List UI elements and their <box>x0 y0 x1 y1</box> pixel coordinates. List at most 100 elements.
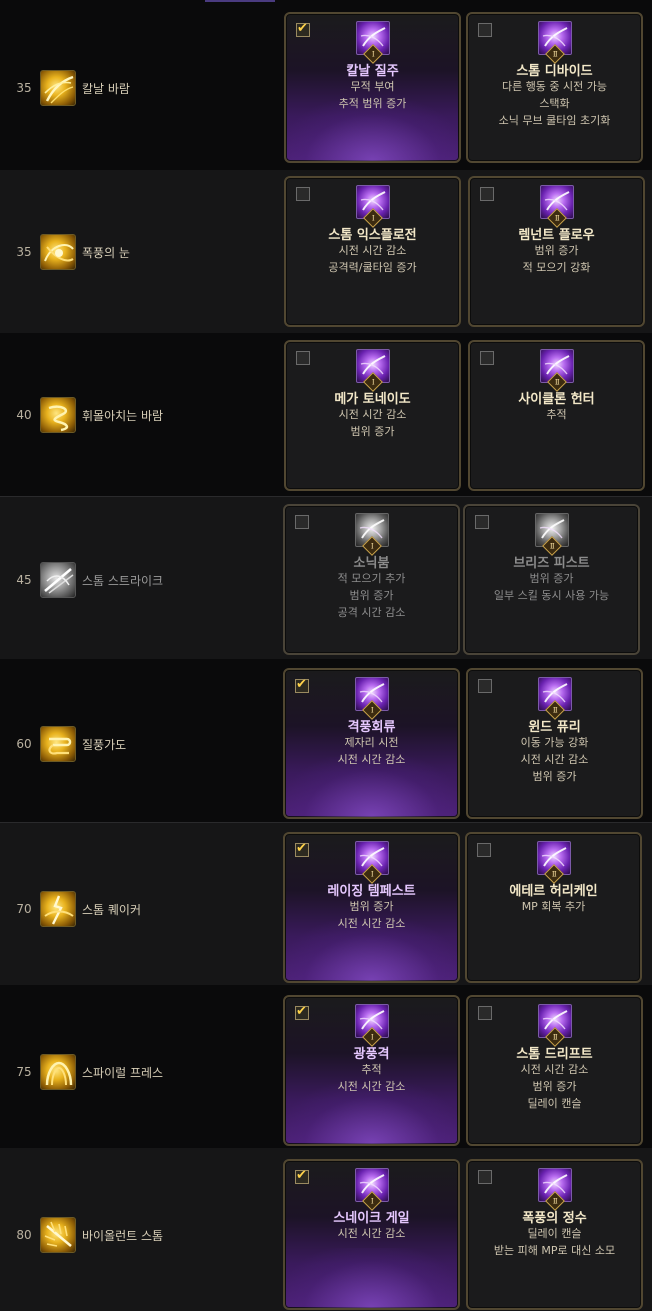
unchecked-checkbox[interactable] <box>295 515 309 529</box>
tripod-option-title: 소닉붐 <box>353 556 390 571</box>
tripod-rune-icon: Ⅰ <box>356 21 390 64</box>
tripod-effect-line: 받는 피해 MP로 대신 소모 <box>493 1244 616 1257</box>
tripod-option-effects: 이동 가능 강화 시전 시간 감소 범위 증가 <box>468 734 641 785</box>
tripod-option-card-1[interactable]: Ⅰ 스네이크 게일시전 시간 감소 <box>283 1159 460 1310</box>
tripod-effect-line: 추적 <box>361 1063 382 1076</box>
tripod-effect-line: 소닉 무브 쿨타임 초기화 <box>498 114 611 127</box>
skill-name: 스파이럴 프레스 <box>82 1066 164 1080</box>
tripod-option-card-2[interactable]: Ⅱ 렘넌트 플로우 범위 증가적 모으기 강화 <box>468 176 645 327</box>
tripod-option-title: 윈드 퓨리 <box>528 720 581 735</box>
tripod-tier-label: Ⅱ <box>552 705 558 714</box>
unchecked-checkbox[interactable] <box>477 843 491 857</box>
skill-name: 휘몰아치는 바람 <box>82 409 164 423</box>
skill-level: 70 <box>16 902 32 916</box>
skill-name: 폭풍의 눈 <box>82 246 130 260</box>
tripod-tier-label: Ⅱ <box>554 377 560 386</box>
tripod-option-effects: 제자리 시전 시전 시간 감소 <box>285 734 458 768</box>
tripod-effect-line: MP 회복 추가 <box>521 900 586 913</box>
tripod-option-card-1[interactable]: Ⅰ 격풍회류제자리 시전시전 시간 감소 <box>283 668 460 819</box>
tripod-option-title: 격풍회류 <box>347 720 396 735</box>
tripod-option-effects: 범위 증가적 모으기 강화 <box>470 242 643 276</box>
tripod-option-title: 광풍격 <box>353 1047 390 1062</box>
tripod-rune-icon: Ⅱ <box>540 185 574 228</box>
tripod-option-title: 칼날 질주 <box>346 64 399 79</box>
tripod-effect-line: 시전 시간 감소 <box>520 1063 589 1076</box>
tripod-option-effects: MP 회복 추가 <box>467 898 640 915</box>
blade-wind-icon <box>40 70 76 106</box>
checked-checkbox[interactable] <box>296 21 310 37</box>
tripod-option-card-2[interactable]: Ⅱ 스톰 디바이드 다른 행동 중 시전 가능 스택화 소닉 무브 쿨타임 초기화 <box>466 12 643 163</box>
tripod-option-card-1[interactable]: Ⅰ 메가 토네이도 시전 시간 감소 범위 증가 <box>284 340 461 491</box>
tripod-effect-line: 딜레이 캔슬 <box>527 1227 582 1240</box>
tripod-option-card-2[interactable]: Ⅱ 에테르 허리케인 MP 회복 추가 <box>465 832 642 983</box>
tripod-effect-line: 범위 증가 <box>532 1080 577 1093</box>
unchecked-checkbox[interactable] <box>480 351 494 365</box>
tripod-rune-icon: Ⅱ <box>540 349 574 392</box>
tripod-rune-icon: Ⅰ <box>355 513 389 556</box>
checked-checkbox[interactable] <box>295 841 309 857</box>
tripod-effect-line: 범위 증가 <box>349 900 394 913</box>
tripod-option-card-2[interactable]: Ⅱ 사이클론 헌터 추적 <box>468 340 645 491</box>
unchecked-checkbox[interactable] <box>478 23 492 37</box>
tripod-rune-icon: Ⅰ <box>355 841 389 884</box>
tripod-rune-icon: Ⅰ <box>356 349 390 392</box>
tripod-effect-line: 제자리 시전 <box>344 736 399 749</box>
tripod-option-effects: 시전 시간 감소 <box>285 1225 458 1242</box>
tripod-option-card-1[interactable]: Ⅰ 레이징 템페스트범위 증가시전 시간 감소 <box>283 832 460 983</box>
tripod-option-card-2[interactable]: Ⅱ 윈드 퓨리 이동 가능 강화 시전 시간 감소 범위 증가 <box>466 668 643 819</box>
tripod-option-card-1[interactable]: Ⅰ 칼날 질주무적 부여추적 범위 증가 <box>284 12 461 163</box>
tripod-rune-icon: Ⅰ <box>356 185 390 228</box>
storm-strike-icon <box>40 562 76 598</box>
tripod-tier-label: Ⅰ <box>371 49 375 58</box>
tripod-effect-line: 공격 시간 감소 <box>337 606 406 619</box>
tripod-effect-line: 이동 가능 강화 <box>520 736 589 749</box>
skill-level: 40 <box>16 408 32 422</box>
tripod-option-card-1[interactable]: Ⅰ 스톰 익스플로전 시전 시간 감소 공격력/쿨타임 증가 <box>284 176 461 327</box>
tripod-effect-line: 적 모으기 강화 <box>522 261 591 274</box>
tripod-option-effects: 무적 부여 추적 범위 증가 <box>286 78 459 112</box>
tripod-option-card-1[interactable]: Ⅰ 광풍격추적시전 시간 감소 <box>283 995 460 1146</box>
unchecked-checkbox[interactable] <box>478 1006 492 1020</box>
unchecked-checkbox[interactable] <box>296 187 310 201</box>
tripod-option-effects: 적 모으기 추가 범위 증가 공격 시간 감소 <box>285 570 458 621</box>
tripod-tier-label: Ⅰ <box>370 1032 374 1041</box>
left-border <box>0 496 652 497</box>
tripod-effect-line: 딜레이 캔슬 <box>527 1097 582 1110</box>
tripod-effect-line: 범위 증가 <box>534 244 579 257</box>
tripod-option-card-2[interactable]: Ⅱ 스톰 드리프트 시전 시간 감소 범위 증가 딜레이 캔슬 <box>466 995 643 1146</box>
tripod-option-title: 레이징 템페스트 <box>327 884 416 899</box>
tripod-rune-icon: Ⅱ <box>538 1168 572 1211</box>
skill-level: 35 <box>16 245 32 259</box>
unchecked-checkbox[interactable] <box>478 679 492 693</box>
tripod-effect-line: 시전 시간 감소 <box>338 244 407 257</box>
skill-level: 35 <box>16 81 32 95</box>
unchecked-checkbox[interactable] <box>296 351 310 365</box>
checked-checkbox[interactable] <box>295 1004 309 1020</box>
tripod-option-card-1[interactable]: Ⅰ 소닉붐 적 모으기 추가 범위 증가 공격 시간 감소 <box>283 504 460 655</box>
skill-level: 75 <box>16 1065 32 1079</box>
skill-name: 바이올런트 스톰 <box>82 1229 164 1243</box>
unchecked-checkbox[interactable] <box>478 1170 492 1184</box>
unchecked-checkbox[interactable] <box>475 515 489 529</box>
tripod-rune-icon: Ⅱ <box>535 513 569 556</box>
tripod-effect-line: 추적 <box>546 408 567 421</box>
skill-name: 스톰 퀘이커 <box>82 903 142 917</box>
tripod-option-effects: 범위 증가 시전 시간 감소 <box>285 898 458 932</box>
tripod-option-effects: 시전 시간 감소범위 증가딜레이 캔슬 <box>468 1061 641 1112</box>
tripod-effect-line: 범위 증가 <box>529 572 574 585</box>
tripod-option-effects: 추적 <box>470 406 643 423</box>
tripod-option-effects: 범위 증가일부 스킬 동시 사용 가능 <box>465 570 638 604</box>
tripod-effect-line: 일부 스킬 동시 사용 가능 <box>493 589 610 602</box>
tripod-rune-icon: Ⅱ <box>537 841 571 884</box>
tripod-rune-icon: Ⅱ <box>538 677 572 720</box>
tripod-option-card-2[interactable]: Ⅱ 폭풍의 정수 딜레이 캔슬 받는 피해 MP로 대신 소모 <box>466 1159 643 1310</box>
tripod-option-effects: 추적 시전 시간 감소 <box>285 1061 458 1095</box>
checked-checkbox[interactable] <box>295 677 309 693</box>
skill-name: 스톰 스트라이크 <box>82 574 164 588</box>
checked-checkbox[interactable] <box>295 1168 309 1184</box>
tripod-option-title: 렘넌트 플로우 <box>518 228 595 243</box>
unchecked-checkbox[interactable] <box>480 187 494 201</box>
tripod-option-card-2[interactable]: Ⅱ 브리즈 피스트 범위 증가 일부 스킬 동시 사용 가능 <box>463 504 640 655</box>
tripod-rune-icon: Ⅰ <box>355 677 389 720</box>
tripod-option-title: 사이클론 헌터 <box>518 392 595 407</box>
